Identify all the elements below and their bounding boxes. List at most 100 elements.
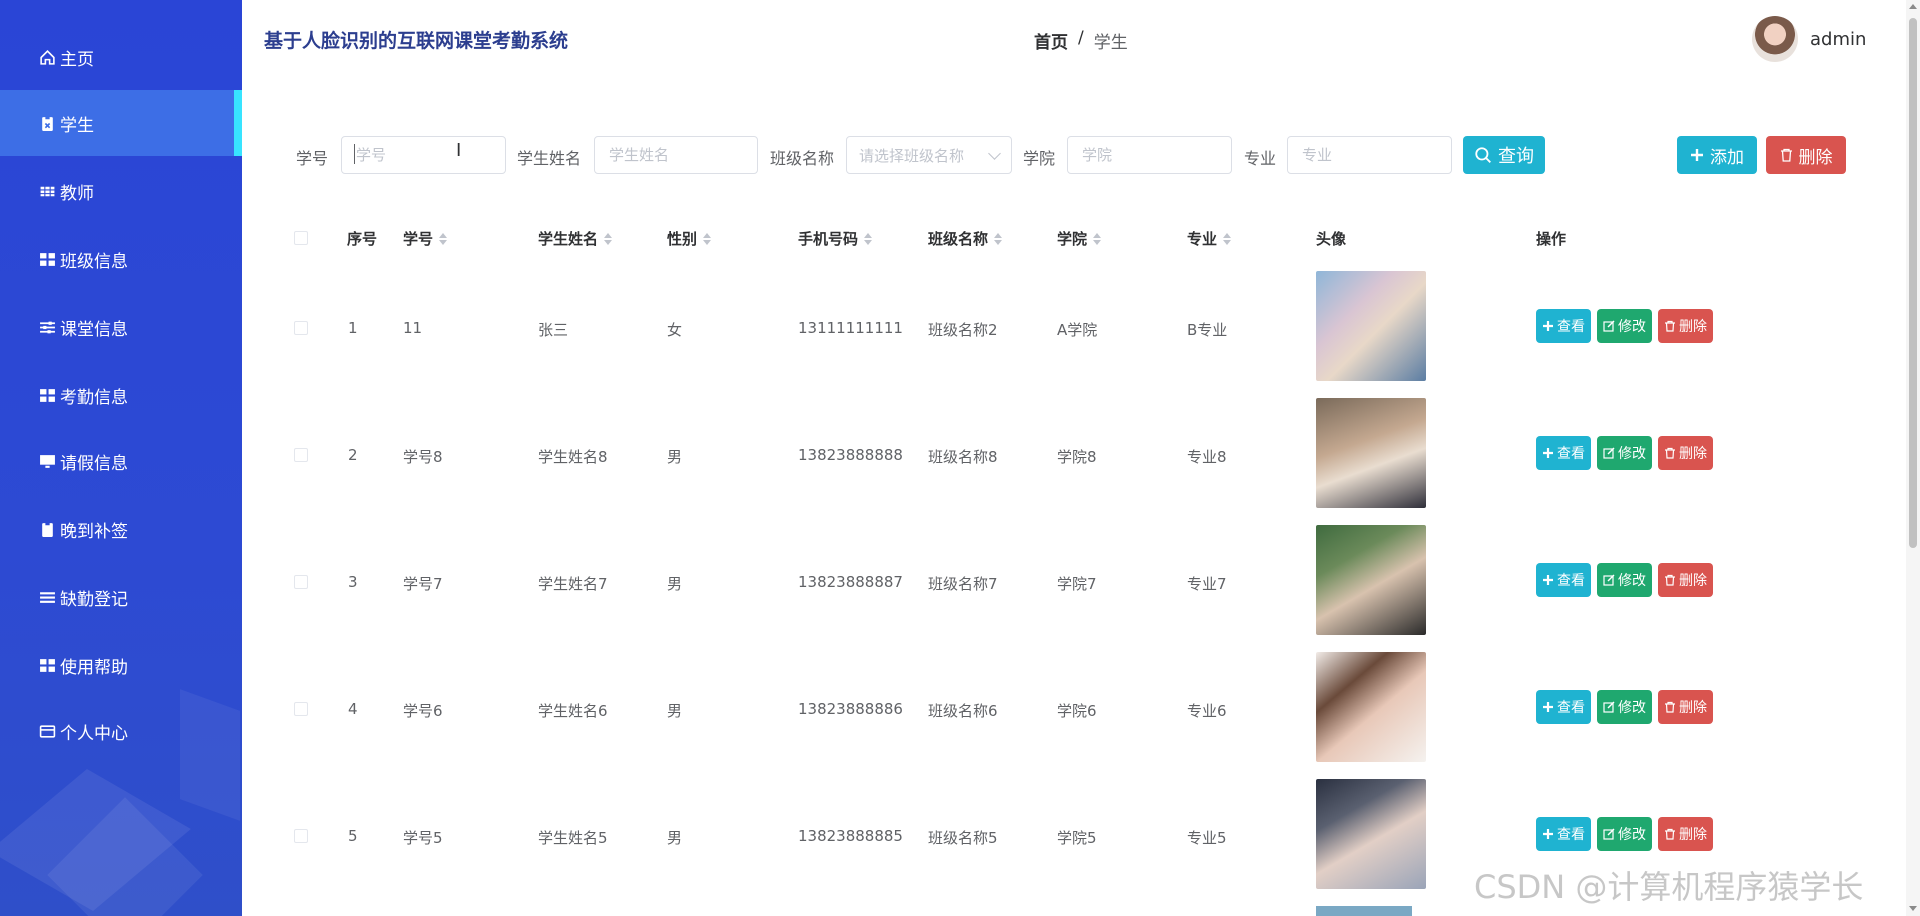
sidebar-item-student[interactable]: 学生 bbox=[0, 90, 242, 156]
sidebar-item-class-info[interactable]: 班级信息 bbox=[0, 226, 242, 292]
search-label-major: 专业 bbox=[1244, 149, 1277, 168]
student-id-input[interactable] bbox=[341, 136, 506, 174]
sort-icon[interactable] bbox=[703, 232, 712, 245]
view-button[interactable]: 查看 bbox=[1536, 563, 1591, 597]
sort-icon[interactable] bbox=[604, 232, 613, 245]
sidebar-item-profile[interactable]: 个人中心 bbox=[0, 698, 242, 764]
cell-major: 专业7 bbox=[1187, 575, 1227, 593]
sort-icon[interactable] bbox=[994, 232, 1003, 245]
sidebar-item-label: 课堂信息 bbox=[60, 319, 128, 340]
edit-button[interactable]: 修改 bbox=[1597, 690, 1652, 724]
column-header-sortable[interactable]: 学生姓名 bbox=[538, 228, 613, 249]
query-button[interactable]: 查询 bbox=[1463, 136, 1545, 174]
sort-icon[interactable] bbox=[1093, 232, 1102, 245]
sort-icon[interactable] bbox=[864, 232, 873, 245]
breadcrumb-home[interactable]: 首页 bbox=[1034, 28, 1068, 53]
cell-no: 3 bbox=[348, 573, 358, 591]
student-photo[interactable] bbox=[1316, 652, 1426, 762]
cell-student-id: 学号6 bbox=[403, 702, 443, 720]
cell-name: 学生姓名6 bbox=[538, 702, 608, 720]
column-header-sortable[interactable]: 性别 bbox=[667, 228, 712, 249]
cell-name: 张三 bbox=[538, 321, 569, 339]
cell-gender: 男 bbox=[667, 575, 683, 593]
username[interactable]: admin bbox=[1810, 29, 1866, 50]
column-header: 序号 bbox=[347, 230, 378, 248]
row-checkbox[interactable] bbox=[294, 321, 308, 335]
student-photo[interactable] bbox=[1316, 525, 1426, 635]
column-header-sortable[interactable]: 手机号码 bbox=[798, 228, 873, 249]
sidebar-item-late-sign[interactable]: 晚到补签 bbox=[0, 496, 242, 562]
view-button[interactable]: 查看 bbox=[1536, 436, 1591, 470]
student-name-input[interactable] bbox=[594, 136, 758, 174]
cell-major: B专业 bbox=[1187, 321, 1228, 339]
edit-button[interactable]: 修改 bbox=[1597, 309, 1652, 343]
cell-class: 班级名称7 bbox=[928, 575, 998, 593]
student-photo[interactable] bbox=[1316, 398, 1426, 508]
student-photo[interactable] bbox=[1316, 271, 1426, 381]
view-button[interactable]: 查看 bbox=[1536, 309, 1591, 343]
sort-icon[interactable] bbox=[439, 232, 448, 245]
search-label-id: 学号 bbox=[296, 149, 329, 168]
select-all-checkbox[interactable] bbox=[294, 231, 308, 245]
cell-college: 学院7 bbox=[1057, 575, 1097, 593]
scroll-up-icon[interactable] bbox=[1909, 4, 1917, 9]
scroll-thumb[interactable] bbox=[1909, 18, 1917, 548]
delete-button[interactable]: 删除 bbox=[1658, 436, 1713, 470]
column-header-sortable[interactable]: 班级名称 bbox=[928, 228, 1003, 249]
sidebar-item-help[interactable]: 使用帮助 bbox=[0, 632, 242, 698]
scroll-down-icon[interactable] bbox=[1909, 906, 1917, 911]
column-header: 头像 bbox=[1316, 230, 1347, 248]
avatar[interactable] bbox=[1752, 16, 1798, 62]
edit-button[interactable]: 修改 bbox=[1597, 563, 1652, 597]
breadcrumb-current: 学生 bbox=[1093, 33, 1128, 53]
column-header-sortable[interactable]: 学院 bbox=[1057, 228, 1102, 249]
row-checkbox[interactable] bbox=[294, 702, 308, 716]
view-button[interactable]: 查看 bbox=[1536, 690, 1591, 724]
sidebar-item-teacher[interactable]: 教师 bbox=[0, 158, 242, 224]
sidebar-item-home[interactable]: 主页 bbox=[0, 24, 242, 90]
delete-button[interactable]: 删除 bbox=[1658, 563, 1713, 597]
user-menu[interactable]: admin bbox=[1752, 16, 1866, 62]
cell-major: 专业6 bbox=[1187, 702, 1227, 720]
home-icon bbox=[38, 48, 56, 66]
cell-student-id: 学号7 bbox=[403, 575, 443, 593]
cell-no: 4 bbox=[348, 700, 358, 718]
sidebar-item-label: 教师 bbox=[60, 183, 94, 204]
column-header-sortable[interactable]: 学号 bbox=[403, 228, 448, 249]
class-name-select[interactable]: 请选择班级名称 bbox=[846, 136, 1012, 174]
delete-button[interactable]: 删除 bbox=[1658, 817, 1713, 851]
view-button[interactable]: 查看 bbox=[1536, 817, 1591, 851]
vertical-scrollbar[interactable] bbox=[1906, 0, 1920, 916]
table-header: 序号 学号 学生姓名 性别 手机号码 班级名称 学院 专业 头像 操作 bbox=[270, 224, 1870, 252]
edit-icon bbox=[1603, 320, 1615, 332]
list-icon bbox=[38, 588, 56, 606]
row-checkbox[interactable] bbox=[294, 448, 308, 462]
sort-icon[interactable] bbox=[1223, 232, 1232, 245]
batch-delete-button[interactable]: 删除 bbox=[1766, 136, 1846, 174]
cell-student-id: 学号5 bbox=[403, 829, 443, 847]
edit-button[interactable]: 修改 bbox=[1597, 817, 1652, 851]
major-input[interactable] bbox=[1287, 136, 1452, 174]
column-header-sortable[interactable]: 专业 bbox=[1187, 228, 1232, 249]
cell-phone: 13823888886 bbox=[798, 700, 903, 718]
delete-button[interactable]: 删除 bbox=[1658, 690, 1713, 724]
row-actions: 查看 修改 删除 bbox=[1536, 817, 1713, 851]
sidebar-item-leave-info[interactable]: 请假信息 bbox=[0, 428, 242, 494]
add-button[interactable]: 添加 bbox=[1677, 136, 1757, 174]
student-photo[interactable] bbox=[1316, 779, 1426, 889]
row-checkbox[interactable] bbox=[294, 829, 308, 843]
sidebar-item-attendance-info[interactable]: 考勤信息 bbox=[0, 362, 242, 428]
delete-button[interactable]: 删除 bbox=[1658, 309, 1713, 343]
apps-icon bbox=[38, 250, 56, 268]
row-checkbox[interactable] bbox=[294, 575, 308, 589]
edit-button[interactable]: 修改 bbox=[1597, 436, 1652, 470]
monitor-icon bbox=[38, 452, 56, 470]
sidebar-item-lesson-info[interactable]: 课堂信息 bbox=[0, 294, 242, 360]
cell-major: 专业5 bbox=[1187, 829, 1227, 847]
row-actions: 查看 修改 删除 bbox=[1536, 563, 1713, 597]
sidebar-item-absence[interactable]: 缺勤登记 bbox=[0, 564, 242, 630]
college-input[interactable] bbox=[1067, 136, 1232, 174]
sidebar-item-label: 请假信息 bbox=[60, 453, 128, 474]
cell-college: 学院6 bbox=[1057, 702, 1097, 720]
cell-college: 学院8 bbox=[1057, 448, 1097, 466]
